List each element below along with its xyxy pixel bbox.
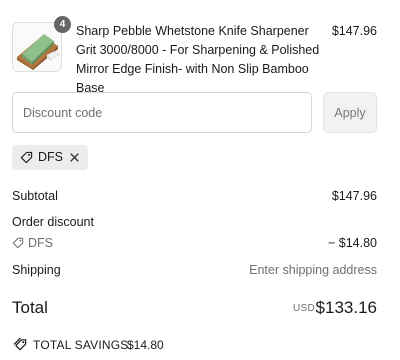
total-savings-row: TOTAL SAVINGS $14.80 [12,336,377,354]
product-thumbnail [12,22,62,72]
total-savings-label: TOTAL SAVINGS [33,338,129,352]
subtotal-row: Subtotal $147.96 [12,187,377,205]
product-name: Sharp Pebble Whetstone Knife Sharpener G… [76,24,320,95]
quantity-badge: 4 [54,16,71,33]
total-row: Total USD $133.16 [12,296,377,320]
shipping-value: Enter shipping address [249,263,377,277]
shipping-row: Shipping Enter shipping address [12,261,377,279]
tag-icon [12,237,24,249]
close-icon[interactable] [68,151,81,164]
shipping-label: Shipping [12,263,61,277]
total-currency: USD [292,303,315,314]
total-savings-value: $14.80 [127,338,164,352]
discount-code-input[interactable] [12,92,312,133]
discount-code-row: DFS − $14.80 [12,234,377,252]
whetstone-sharpener-image [14,24,60,70]
total-label: Total [12,298,48,317]
order-discount-label: Order discount [12,215,94,229]
discount-code-label: DFS [28,236,53,250]
product-price: $147.96 [331,24,377,38]
order-summary: 4 Sharp Pebble Whetstone Knife Sharpener… [12,0,377,360]
product-line-item: 4 Sharp Pebble Whetstone Knife Sharpener… [12,16,377,95]
subtotal-value: $147.96 [331,189,377,203]
tag-icon [20,151,33,164]
discount-value: − $14.80 [327,236,377,250]
applied-discount-pill: DFS [12,145,88,170]
order-discount-row: Order discount [12,213,377,231]
subtotal-label: Subtotal [12,189,58,203]
apply-discount-button[interactable]: Apply [323,92,377,133]
applied-code-label: DFS [38,150,63,164]
total-value: $133.16 [315,298,377,317]
savings-tag-icon [13,337,27,351]
